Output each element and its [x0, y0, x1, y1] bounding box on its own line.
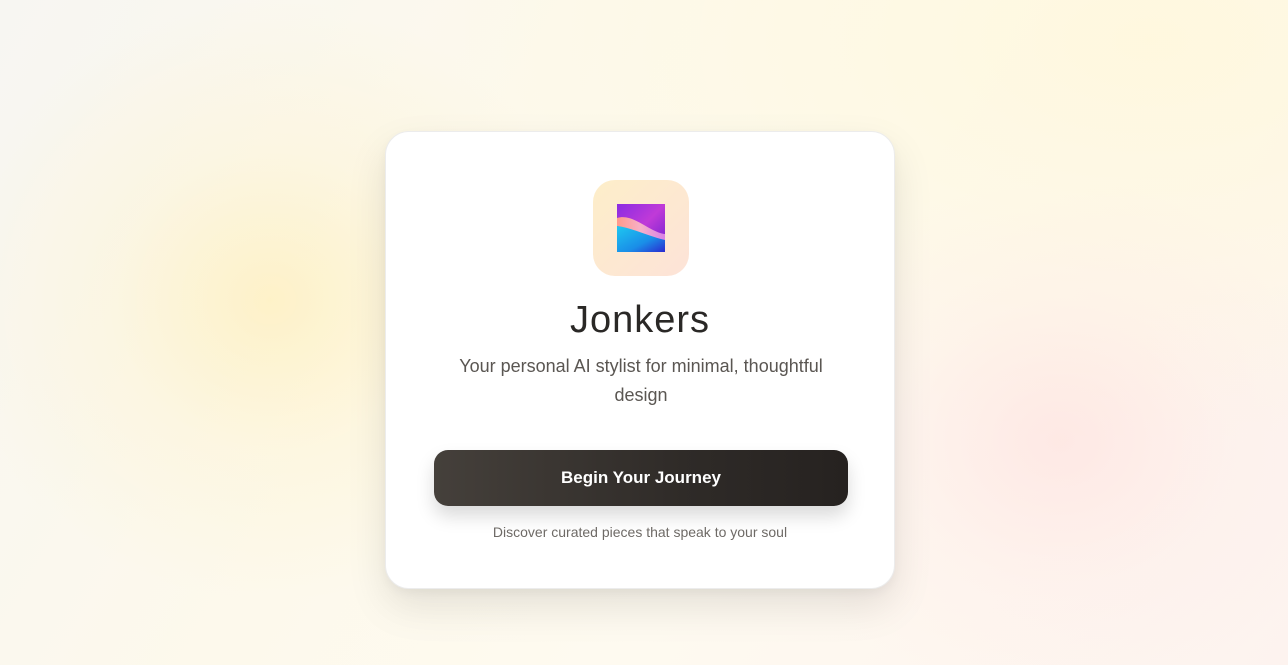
app-subtitle: Your personal AI stylist for minimal, th…: [459, 356, 823, 405]
begin-journey-button[interactable]: Begin Your Journey: [434, 450, 848, 506]
welcome-card: Jonkers Your personal AI stylist for min…: [385, 131, 895, 589]
footer-tagline: Discover curated pieces that speak to yo…: [492, 524, 788, 540]
app-title: Jonkers: [569, 299, 711, 341]
gradient-wave-logo-icon: [617, 204, 665, 252]
logo-tile: [593, 180, 689, 276]
